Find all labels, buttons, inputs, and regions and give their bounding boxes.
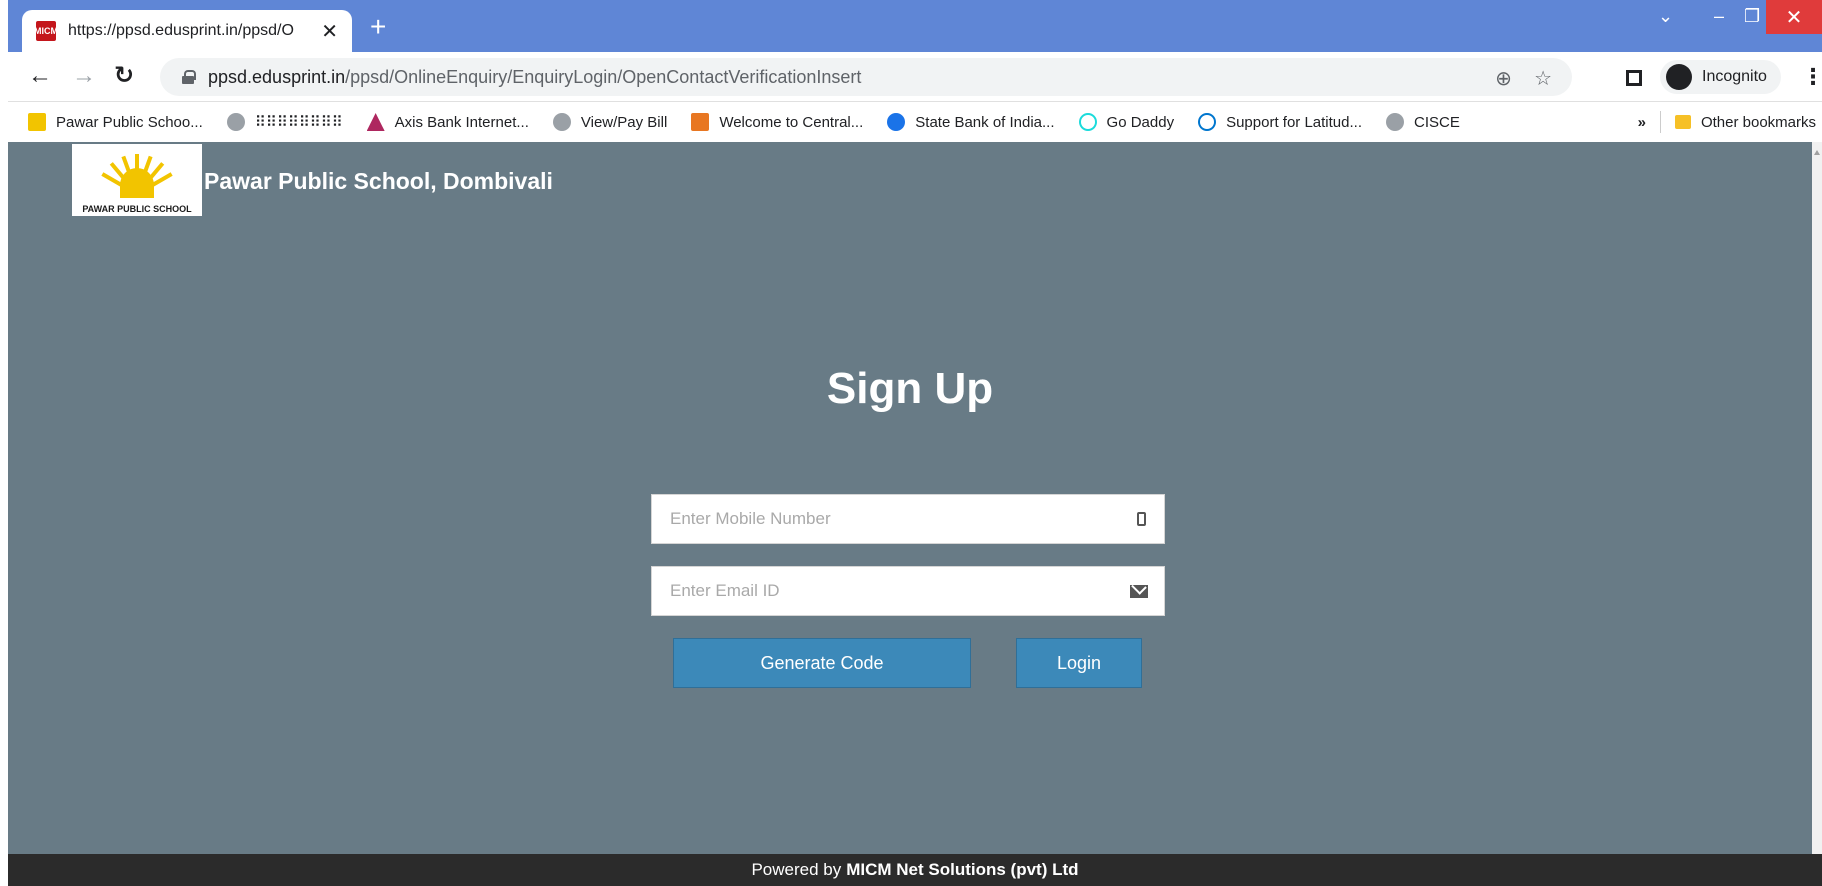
other-bookmarks[interactable]: Other bookmarks <box>1701 114 1816 131</box>
divider <box>1659 111 1661 133</box>
menu-icon[interactable]: ⋮ <box>1802 64 1822 90</box>
restore-icon[interactable]: ❐ <box>1744 6 1760 27</box>
bookmark-item[interactable]: Pawar Public Schoo... <box>28 113 203 131</box>
globe-icon <box>552 113 571 131</box>
bookmark-item[interactable]: Support for Latitud... <box>1198 113 1362 131</box>
chevron-double-right-icon[interactable]: » <box>1638 114 1646 131</box>
sun-icon <box>101 154 173 198</box>
address-bar[interactable]: ppsd.edusprint.in/ppsd/OnlineEnquiry/Enq… <box>160 58 1572 96</box>
page-content: PAWAR PUBLIC SCHOOL Pawar Public School,… <box>8 142 1812 854</box>
mobile-phone-icon <box>1137 512 1146 526</box>
tab-close-icon[interactable]: ✕ <box>321 19 338 44</box>
forward-icon[interactable]: → <box>72 62 96 90</box>
godaddy-icon <box>1078 113 1097 131</box>
scrollbar[interactable] <box>1812 142 1822 854</box>
bookmark-item[interactable]: ⠿⠿⠿⠿⠿⠿⠿⠿ <box>226 113 343 131</box>
axis-icon <box>366 113 385 131</box>
bookmark-item[interactable]: State Bank of India... <box>887 113 1055 131</box>
window-close-icon[interactable]: ✕ <box>1766 0 1822 34</box>
minimize-icon[interactable]: – <box>1714 6 1724 27</box>
bookmarks-overflow: » Other bookmarks <box>1638 102 1816 142</box>
school-logo[interactable]: PAWAR PUBLIC SCHOOL <box>72 144 202 216</box>
email-input[interactable] <box>670 581 1110 601</box>
incognito-indicator[interactable]: Incognito <box>1660 60 1781 94</box>
tab-favicon-icon: MICM <box>34 21 58 41</box>
url-path: /ppsd/OnlineEnquiry/EnquiryLogin/OpenCon… <box>345 66 862 87</box>
bookmark-star-icon[interactable]: ☆ <box>1534 68 1552 90</box>
envelope-icon <box>1130 585 1148 598</box>
page-title: Sign Up <box>826 364 994 413</box>
dell-icon <box>1198 113 1217 131</box>
bookmark-item[interactable]: Axis Bank Internet... <box>366 113 529 131</box>
tab-title: https://ppsd.edusprint.in/ppsd/O <box>68 22 294 39</box>
bookmark-item[interactable]: CISCE <box>1386 113 1460 131</box>
folder-icon <box>1674 115 1691 129</box>
login-button[interactable]: Login <box>1016 638 1142 688</box>
generate-code-button[interactable]: Generate Code <box>673 638 971 688</box>
email-field <box>651 566 1165 616</box>
bookmark-item[interactable]: Welcome to Central... <box>691 113 863 131</box>
url-host: ppsd.edusprint.in <box>208 66 346 87</box>
lock-icon[interactable] <box>182 70 196 84</box>
globe-icon <box>1386 113 1404 131</box>
sbi-icon <box>887 113 906 131</box>
omnibox-actions: ⊕ ☆ <box>1495 66 1552 91</box>
back-icon[interactable]: ← <box>28 62 52 90</box>
footer-prefix: Powered by <box>751 860 842 879</box>
reload-icon[interactable]: ↻ <box>114 62 134 90</box>
new-tab-icon[interactable]: + <box>370 12 386 42</box>
incognito-label: Incognito <box>1702 68 1767 85</box>
tab-search-icon[interactable]: ⌄ <box>1658 6 1673 27</box>
bookmark-item[interactable]: View/Pay Bill <box>552 113 667 131</box>
logo-text: PAWAR PUBLIC SCHOOL <box>82 204 192 214</box>
bookmarks-bar: Pawar Public Schoo... ⠿⠿⠿⠿⠿⠿⠿⠿ Axis Bank… <box>8 102 1822 142</box>
side-panel-icon[interactable] <box>1626 70 1642 86</box>
browser-toolbar: ← → ↻ ppsd.edusprint.in/ppsd/OnlineEnqui… <box>8 52 1822 102</box>
central-icon <box>691 113 710 131</box>
browser-window: MICM https://ppsd.edusprint.in/ppsd/O ✕ … <box>0 0 1822 886</box>
bookmark-item[interactable]: Go Daddy <box>1078 113 1174 131</box>
zoom-icon[interactable]: ⊕ <box>1495 68 1512 90</box>
incognito-icon <box>1666 64 1692 90</box>
mobile-input[interactable] <box>670 509 1110 529</box>
school-name: Pawar Public School, Dombivali <box>204 168 553 194</box>
title-bar: MICM https://ppsd.edusprint.in/ppsd/O ✕ … <box>8 0 1822 52</box>
footer-company: MICM Net Solutions (pvt) Ltd <box>846 860 1079 879</box>
sun-icon <box>28 113 46 131</box>
mobile-field <box>651 494 1165 544</box>
footer: Powered by MICM Net Solutions (pvt) Ltd <box>8 854 1822 886</box>
globe-icon <box>226 113 245 131</box>
browser-tab[interactable]: MICM https://ppsd.edusprint.in/ppsd/O ✕ <box>22 10 352 52</box>
